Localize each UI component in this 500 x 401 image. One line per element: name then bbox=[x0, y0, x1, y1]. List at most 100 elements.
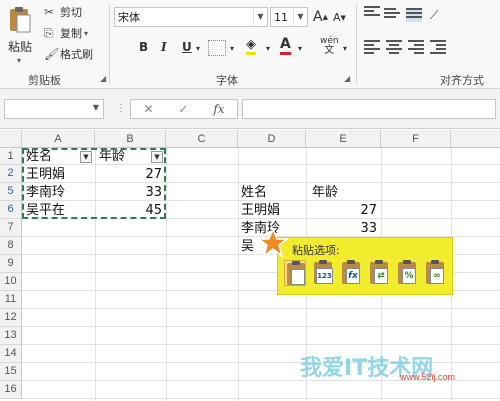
chevron-down-icon[interactable]: ▾ bbox=[230, 44, 234, 53]
shrink-font-icon: A bbox=[333, 11, 341, 24]
chevron-down-icon[interactable]: ▾ bbox=[298, 44, 302, 53]
paste-option-formulas[interactable]: fx bbox=[340, 260, 362, 286]
phonetic-icon: 文 bbox=[324, 45, 335, 56]
copy-icon: ⎘ bbox=[44, 25, 54, 40]
align-middle-icon[interactable] bbox=[384, 8, 400, 22]
column-header-b[interactable]: B bbox=[95, 130, 166, 148]
row-header[interactable]: 16 bbox=[0, 381, 22, 399]
paste-option-link[interactable]: ∞ bbox=[424, 260, 446, 286]
paste-option-formatting[interactable]: % bbox=[396, 260, 418, 286]
format-painter-label: 格式刷 bbox=[60, 48, 93, 61]
row-header[interactable]: 1 bbox=[0, 148, 22, 165]
align-bottom-icon[interactable] bbox=[406, 8, 422, 22]
paste-options-title: 粘贴选项: bbox=[292, 244, 340, 257]
paint-bucket-icon: ◈ bbox=[246, 38, 256, 55]
align-left-icon[interactable] bbox=[364, 40, 380, 54]
align-center-icon[interactable] bbox=[386, 40, 402, 54]
row-header[interactable]: 9 bbox=[0, 255, 22, 273]
row-header[interactable]: 11 bbox=[0, 291, 22, 309]
alignment-group-label: 对齐方式 bbox=[440, 74, 484, 87]
table-cell[interactable]: 27 bbox=[310, 203, 377, 219]
clipboard-group-label: 剪贴板 bbox=[28, 74, 61, 87]
chevron-down-icon[interactable]: ▾ bbox=[196, 44, 200, 53]
grow-font-icon: A bbox=[313, 9, 323, 25]
bold-button[interactable]: B bbox=[139, 40, 148, 54]
dialog-launcher-icon[interactable]: ◢ bbox=[100, 74, 106, 83]
cut-label: 剪切 bbox=[60, 6, 82, 19]
font-name-value: 宋体 bbox=[118, 11, 140, 24]
formula-input[interactable] bbox=[242, 99, 496, 119]
table-cell[interactable]: 王明娟 bbox=[241, 203, 280, 219]
cancel-icon[interactable]: ✕ bbox=[143, 102, 153, 116]
chevron-down-icon[interactable]: ▾ bbox=[17, 56, 21, 65]
format-painter-button[interactable]: 🖌 格式刷 bbox=[44, 46, 93, 62]
paste-option-keep[interactable] bbox=[284, 260, 306, 286]
paste-icon bbox=[10, 7, 31, 33]
cut-button[interactable]: ✂ 剪切 bbox=[44, 4, 82, 20]
row-header[interactable]: 5 bbox=[0, 183, 22, 201]
insert-function-icon[interactable]: fx bbox=[213, 102, 224, 116]
fill-color-button[interactable]: ◈ bbox=[246, 38, 256, 55]
table-cell[interactable]: 姓名 bbox=[241, 185, 267, 201]
row-header[interactable]: 15 bbox=[0, 363, 22, 381]
underline-button[interactable]: U bbox=[182, 40, 192, 54]
align-top-icon[interactable] bbox=[364, 6, 380, 20]
font-color-icon: A bbox=[280, 37, 291, 55]
chevron-down-icon[interactable]: ▾ bbox=[266, 44, 270, 53]
column-header-g[interactable] bbox=[451, 130, 500, 148]
row-header[interactable]: 12 bbox=[0, 309, 22, 327]
borders-button[interactable] bbox=[208, 40, 226, 56]
name-box[interactable]: ▼ bbox=[4, 99, 104, 119]
italic-button[interactable]: I bbox=[161, 40, 167, 54]
row-header[interactable]: 14 bbox=[0, 345, 22, 363]
font-size-select[interactable]: 11 ▼ bbox=[270, 7, 308, 27]
paste-option-transpose[interactable]: ⇄ bbox=[368, 260, 390, 286]
chevron-down-icon[interactable]: ▾ bbox=[84, 29, 88, 38]
orientation-icon[interactable]: ⟋ bbox=[430, 8, 446, 22]
formula-bar: ▼ ⋮ ✕ ✓ fx bbox=[0, 89, 500, 129]
copy-button[interactable]: ⎘ 复制 ▾ bbox=[44, 25, 88, 41]
select-all-corner[interactable] bbox=[0, 130, 22, 148]
column-header-e[interactable]: E bbox=[306, 130, 381, 148]
table-cell[interactable]: 吴 bbox=[241, 239, 254, 255]
row-header[interactable]: 2 bbox=[0, 165, 22, 183]
column-header-c[interactable]: C bbox=[166, 130, 238, 148]
row-header[interactable]: 10 bbox=[0, 273, 22, 291]
dialog-launcher-icon[interactable]: ◢ bbox=[344, 74, 350, 83]
formula-buttons: ✕ ✓ fx bbox=[130, 99, 238, 119]
row-header[interactable]: 8 bbox=[0, 237, 22, 255]
shrink-font-button[interactable]: A ▼ bbox=[333, 11, 346, 24]
chevron-down-icon[interactable]: ▾ bbox=[343, 44, 347, 53]
font-group-label: 字体 bbox=[216, 74, 238, 87]
phonetic-button[interactable]: wén 文 bbox=[320, 36, 339, 56]
chevron-down-icon[interactable]: ▼ bbox=[93, 103, 99, 112]
font-color-button[interactable]: A bbox=[280, 37, 291, 55]
row-header[interactable]: 7 bbox=[0, 219, 22, 237]
ribbon: 粘贴 ▾ ✂ 剪切 ⎘ 复制 ▾ 🖌 格式刷 剪贴板 ◢ 宋体 ▼ 11 ▼ A… bbox=[0, 0, 500, 89]
font-name-select[interactable]: 宋体 ▼ bbox=[114, 7, 268, 27]
chevron-down-icon[interactable]: ▼ bbox=[293, 8, 307, 26]
enter-icon[interactable]: ✓ bbox=[178, 102, 188, 116]
column-header-d[interactable]: D bbox=[238, 130, 306, 148]
row-header[interactable]: 6 bbox=[0, 201, 22, 219]
scissors-icon: ✂ bbox=[44, 5, 55, 19]
row-header[interactable]: 13 bbox=[0, 327, 22, 345]
paste-option-values[interactable]: 123 bbox=[312, 260, 334, 286]
column-header-a[interactable]: A bbox=[22, 130, 95, 148]
indent-icon[interactable] bbox=[430, 40, 446, 54]
brush-icon: 🖌 bbox=[44, 47, 60, 61]
font-size-value: 11 bbox=[274, 10, 288, 24]
column-header-f[interactable]: F bbox=[381, 130, 451, 148]
align-right-icon[interactable] bbox=[408, 40, 424, 54]
grow-font-button[interactable]: A ▲ bbox=[313, 9, 328, 25]
paste-options-panel: 粘贴选项: 123 fx ⇄ % ∞ bbox=[277, 237, 453, 295]
table-cell[interactable]: 33 bbox=[310, 221, 377, 237]
table-cell[interactable]: 年龄 bbox=[312, 185, 338, 201]
splitter-handle[interactable]: ⋮ bbox=[116, 103, 126, 114]
paste-label: 粘贴 bbox=[8, 40, 33, 54]
copy-label: 复制 bbox=[60, 27, 82, 40]
chevron-down-icon[interactable]: ▼ bbox=[253, 8, 267, 26]
copy-marquee bbox=[22, 148, 166, 219]
star-icon bbox=[258, 228, 288, 258]
paste-button[interactable]: 粘贴 ▾ bbox=[2, 2, 38, 68]
